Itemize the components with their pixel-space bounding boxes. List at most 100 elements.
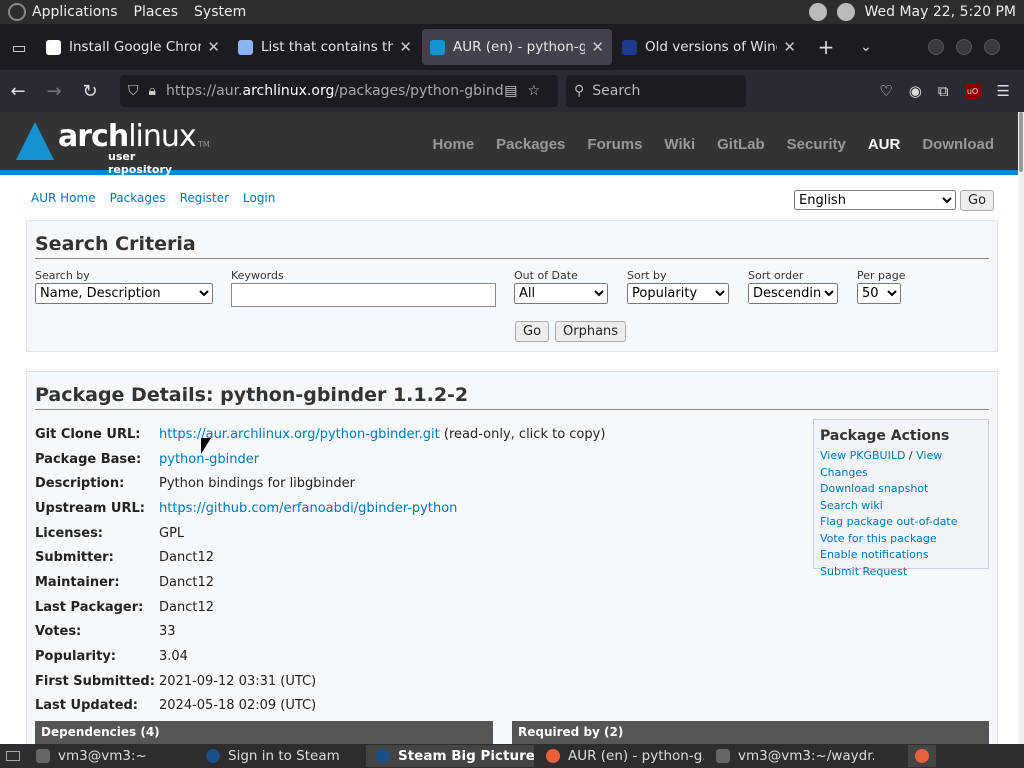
maximize-icon[interactable] — [956, 39, 972, 55]
nav-wiki[interactable]: Wiki — [664, 136, 695, 153]
new-tab-icon[interactable]: + — [806, 35, 846, 59]
language-picker: English Go — [794, 190, 995, 211]
search-criteria-title: Search Criteria — [35, 233, 989, 259]
task-steam-signin[interactable]: Sign in to Steam — [196, 745, 364, 767]
package-info-table: Git Clone URL: https://aur.archlinux.org/… — [35, 422, 605, 718]
table-row: First Submitted: 2021-09-12 03:31 (UTC) — [35, 669, 605, 694]
extensions-icon[interactable]: ⧉ — [938, 82, 949, 100]
enable-notifications-link[interactable]: Enable notifications — [820, 547, 982, 564]
packages-link[interactable]: Packages — [110, 191, 166, 205]
account-icon[interactable]: ◉ — [909, 82, 922, 100]
clock[interactable]: Wed May 22, 5:20 PM — [865, 4, 1017, 20]
distro-logo-icon[interactable] — [8, 3, 26, 21]
favicon-icon — [238, 39, 253, 55]
last-updated-value: 2024-05-18 02:09 (UTC) — [159, 698, 317, 714]
register-link[interactable]: Register — [180, 191, 229, 205]
upstream-url-link[interactable]: https://github.com/erfanoabdi/gbinder-py… — [159, 501, 457, 516]
download-snapshot-link[interactable]: Download snapshot — [820, 481, 982, 498]
lock-icon[interactable]: 🔒︎ — [149, 83, 156, 99]
ublock-icon[interactable]: uO — [964, 83, 981, 99]
nav-download[interactable]: Download — [922, 136, 994, 153]
tab-title: Install Google Chrome — [69, 39, 201, 55]
aur-subnav: AUR Home Packages Register Login — [31, 191, 275, 205]
mouse-cursor-icon — [201, 438, 211, 454]
shield-icon[interactable]: ⛉ — [128, 83, 139, 99]
nav-security[interactable]: Security — [787, 136, 846, 153]
nav-home[interactable]: Home — [432, 136, 474, 153]
table-row: Maintainer: Danct12 — [35, 570, 605, 595]
task-terminal-1[interactable]: vm3@vm3:~ — [26, 745, 194, 767]
link-separator: / — [905, 449, 917, 462]
tab-old-windows[interactable]: Old versions of Windo ✕ — [614, 29, 804, 65]
tab-install-chrome[interactable]: Install Google Chrome ✕ — [38, 29, 228, 65]
search-wiki-link[interactable]: Search wiki — [820, 498, 982, 515]
places-menu[interactable]: Places — [134, 4, 179, 20]
nav-aur[interactable]: AUR — [868, 136, 901, 153]
search-by-select[interactable]: Name, Description — [35, 283, 213, 304]
git-clone-note: (read-only, click to copy) — [439, 426, 606, 442]
url-domain: archlinux.org — [242, 83, 335, 99]
menu-icon[interactable]: ☰ — [997, 82, 1010, 100]
close-tab-icon[interactable]: ✕ — [207, 38, 220, 56]
favicon-icon — [46, 39, 61, 55]
arch-logo[interactable]: archlinux user repository TM — [16, 122, 210, 176]
close-window-icon[interactable] — [984, 39, 1000, 55]
nav-gitlab[interactable]: GitLab — [717, 136, 765, 153]
applications-menu[interactable]: Applications — [32, 4, 118, 20]
forward-icon[interactable]: → — [36, 81, 72, 102]
language-select[interactable]: English — [794, 190, 956, 210]
firefox-tray-icon[interactable] — [908, 745, 936, 767]
row-key: Description: — [35, 476, 125, 492]
submit-request-link[interactable]: Submit Request — [820, 564, 982, 581]
row-key: Popularity: — [35, 649, 117, 665]
submitter-value: Danct12 — [159, 550, 215, 566]
search-criteria-box: Search Criteria Search by Name, Descript… — [26, 220, 998, 352]
search-go-button[interactable]: Go — [515, 321, 550, 342]
aur-home-link[interactable]: AUR Home — [31, 191, 96, 205]
pocket-icon[interactable]: ♡ — [879, 82, 892, 100]
row-key: Last Updated: — [35, 698, 139, 714]
login-link[interactable]: Login — [243, 191, 275, 205]
back-icon[interactable]: ← — [0, 81, 36, 102]
url-text[interactable]: https://aur.archlinux.org/packages/pytho… — [166, 83, 504, 99]
close-tab-icon[interactable]: ✕ — [399, 38, 412, 56]
search-by-field: Search by Name, Description — [35, 269, 213, 304]
per-page-select[interactable]: 50 — [857, 283, 901, 304]
orphans-button[interactable]: Orphans — [555, 321, 627, 342]
page-scrollbar[interactable] — [1018, 112, 1024, 744]
keywords-input[interactable] — [231, 283, 496, 307]
bookmark-star-icon[interactable]: ☆ — [527, 83, 540, 99]
row-key: Upstream URL: — [35, 500, 145, 516]
tab-aur-python-gbinder[interactable]: AUR (en) - python-gbi ✕ — [422, 29, 612, 65]
out-of-date-select[interactable]: All — [514, 283, 608, 304]
list-all-tabs-icon[interactable]: ⌄ — [846, 39, 886, 55]
volume-icon[interactable] — [808, 3, 827, 21]
task-steam-big-picture[interactable]: Steam Big Picture ... — [366, 745, 534, 767]
logo-text: archlinux — [58, 122, 197, 152]
minimize-icon[interactable] — [928, 39, 944, 55]
vote-link[interactable]: Vote for this package — [820, 531, 982, 548]
search-input[interactable]: ⚲ Search — [566, 75, 746, 107]
system-menu[interactable]: System — [194, 4, 246, 20]
nav-packages[interactable]: Packages — [496, 136, 565, 153]
table-row: Last Packager: Danct12 — [35, 595, 605, 620]
tab-overview-icon[interactable]: ▭ — [0, 24, 38, 70]
flag-out-of-date-link[interactable]: Flag package out-of-date — [820, 514, 982, 531]
steam-tray-icon[interactable] — [836, 3, 855, 21]
sort-order-select[interactable]: Descending — [748, 283, 838, 304]
language-go-button[interactable]: Go — [960, 190, 995, 211]
nav-forums[interactable]: Forums — [587, 136, 642, 153]
close-tab-icon[interactable]: ✕ — [783, 38, 796, 56]
show-desktop-icon[interactable] — [0, 746, 26, 766]
scrollbar-thumb[interactable] — [1019, 112, 1023, 172]
tab-list[interactable]: List that contains the L ✕ — [230, 29, 420, 65]
task-terminal-2[interactable]: vm3@vm3:~/waydr... — [706, 745, 874, 767]
reload-icon[interactable]: ↻ — [72, 81, 108, 102]
view-pkgbuild-link[interactable]: View PKGBUILD — [820, 449, 905, 462]
task-firefox-aur[interactable]: AUR (en) - python-g... — [536, 745, 704, 767]
row-key: Maintainer: — [35, 574, 120, 590]
sort-by-select[interactable]: Popularity — [627, 283, 729, 304]
close-tab-icon[interactable]: ✕ — [591, 38, 604, 56]
reader-view-icon[interactable]: ▤ — [504, 83, 517, 99]
url-bar[interactable]: ⛉ 🔒︎ https://aur.archlinux.org/packages/… — [120, 75, 558, 107]
